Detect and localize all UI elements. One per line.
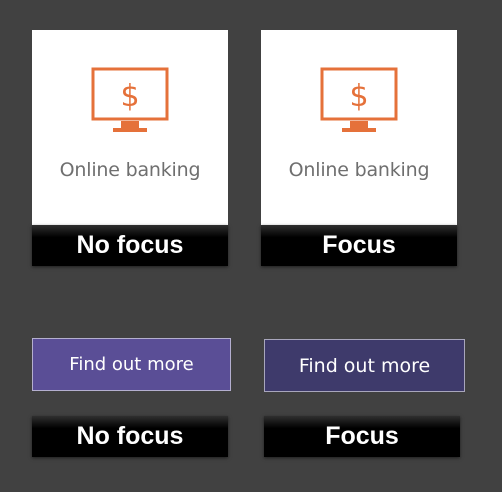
monitor-dollar-icon: $: [320, 67, 398, 132]
card-label: Online banking: [59, 159, 201, 181]
state-caption-focus: Focus: [264, 416, 460, 457]
online-banking-card-no-focus[interactable]: $ Online banking: [32, 30, 228, 226]
svg-text:$: $: [349, 79, 368, 114]
svg-text:$: $: [120, 79, 139, 114]
find-out-more-button-focus[interactable]: Find out more: [264, 339, 465, 392]
state-caption-focus: Focus: [261, 225, 457, 266]
online-banking-card-focus[interactable]: $ Online banking: [261, 30, 457, 226]
card-label: Online banking: [288, 159, 430, 181]
state-caption-no-focus: No focus: [32, 225, 228, 266]
find-out-more-button-no-focus[interactable]: Find out more: [32, 338, 231, 391]
monitor-dollar-icon: $: [91, 67, 169, 132]
state-caption-no-focus: No focus: [32, 416, 228, 457]
